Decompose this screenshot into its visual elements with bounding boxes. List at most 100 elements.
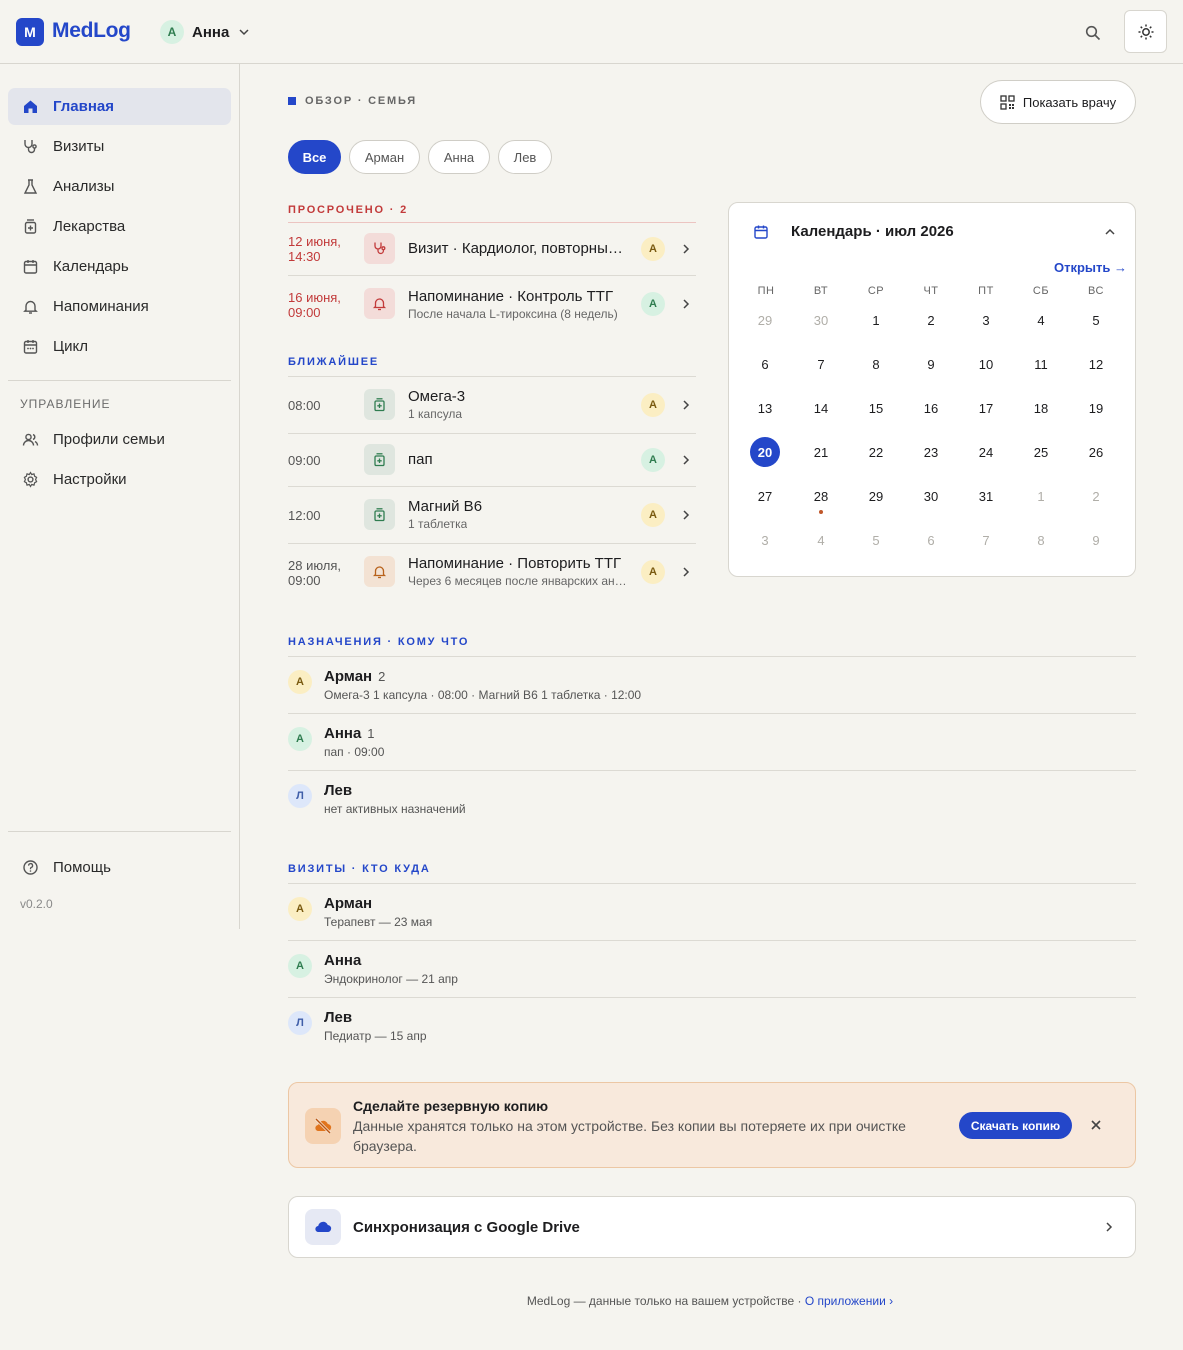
filter-chip-anna[interactable]: Анна (428, 140, 490, 174)
calendar-day[interactable]: 3 (971, 305, 1001, 335)
item-subtitle: 1 таблетка (408, 517, 468, 531)
calendar-day[interactable]: 13 (750, 393, 780, 423)
sidebar-item-home[interactable]: Главная (8, 88, 231, 125)
chevron-down-icon (239, 29, 249, 36)
about-link[interactable]: О приложении › (805, 1294, 893, 1308)
calendar-day[interactable]: 4 (806, 525, 836, 555)
calendar-day[interactable]: 23 (916, 437, 946, 467)
sidebar-item-tests[interactable]: Анализы (8, 168, 231, 205)
calendar-widget: Календарь · июл 2026 Открыть → ПН ВТ СР ЧТ П… (728, 202, 1136, 577)
filter-chip-lev[interactable]: Лев (498, 140, 552, 174)
calendar-day[interactable]: 15 (861, 393, 891, 423)
calendar-day[interactable]: 5 (861, 525, 891, 555)
calendar-day[interactable]: 11 (1026, 349, 1056, 379)
search-icon (1085, 25, 1101, 41)
calendar-day[interactable]: 6 (916, 525, 946, 555)
assignment-count: 2 (378, 669, 386, 684)
calendar-day[interactable]: 4 (1026, 305, 1056, 335)
calendar-day[interactable]: 29 (750, 305, 780, 335)
divider (288, 940, 1136, 941)
filter-chip-arman[interactable]: Арман (349, 140, 420, 174)
calendar-day[interactable]: 28 (806, 481, 836, 511)
search-button[interactable] (1080, 20, 1106, 46)
item-time: 09:00 (288, 453, 321, 468)
calendar-day[interactable]: 16 (916, 393, 946, 423)
calendar-day[interactable]: 30 (806, 305, 836, 335)
person-name: Арман (324, 895, 373, 912)
calendar-day[interactable]: 29 (861, 481, 891, 511)
app-name: MedLog (52, 19, 131, 42)
calendar-day[interactable]: 27 (750, 481, 780, 511)
chevron-right-icon (1106, 1222, 1113, 1232)
flask-icon (23, 179, 38, 194)
sidebar-item-medications[interactable]: Лекарства (8, 208, 231, 245)
avatar: А (288, 727, 312, 751)
calendar-day[interactable]: 30 (916, 481, 946, 511)
calendar-day[interactable]: 24 (971, 437, 1001, 467)
google-drive-sync-card[interactable]: Синхронизация с Google Drive (288, 1196, 1136, 1258)
sidebar-item-label: Анализы (53, 178, 115, 195)
app-version: v0.2.0 (20, 897, 53, 911)
calendar-day[interactable]: 7 (806, 349, 836, 379)
calendar-day[interactable]: 20 (750, 437, 780, 467)
sidebar-item-cycle[interactable]: Цикл (8, 328, 231, 365)
theme-toggle-button[interactable] (1124, 10, 1167, 53)
footer: MedLog — данные только на вашем устройст… (0, 1294, 1183, 1308)
sidebar-item-help[interactable]: Помощь (8, 849, 231, 886)
calendar-day[interactable]: 25 (1026, 437, 1056, 467)
sidebar-item-settings[interactable]: Настройки (8, 461, 231, 498)
divider (288, 997, 1136, 998)
calendar-day[interactable]: 7 (971, 525, 1001, 555)
calendar-day[interactable]: 8 (1026, 525, 1056, 555)
list-item[interactable]: 12:00 Магний B6 1 таблетка A (288, 487, 696, 543)
calendar-day[interactable]: 8 (861, 349, 891, 379)
calendar-day[interactable]: 18 (1026, 393, 1056, 423)
avatar: Л (288, 784, 312, 808)
chevron-right-icon (683, 244, 690, 254)
sidebar-item-calendar[interactable]: Календарь (8, 248, 231, 285)
list-item[interactable]: 16 июня, 09:00 Напоминание · Контроль ТТГ… (288, 276, 696, 331)
calendar-day[interactable]: 2 (916, 305, 946, 335)
avatar: A (641, 503, 665, 527)
calendar-day[interactable]: 10 (971, 349, 1001, 379)
calendar-open-link[interactable]: Открыть → (1054, 260, 1127, 275)
sidebar-item-visits[interactable]: Визиты (8, 128, 231, 165)
chevron-right-icon (683, 299, 690, 309)
list-item[interactable]: 09:00 пап A (288, 434, 696, 486)
calendar-day[interactable]: 6 (750, 349, 780, 379)
calendar-day[interactable]: 31 (971, 481, 1001, 511)
item-subtitle: 1 капсула (408, 407, 463, 421)
calendar-day[interactable]: 12 (1081, 349, 1111, 379)
chevron-up-icon[interactable] (1103, 225, 1117, 239)
calendar-day[interactable]: 5 (1081, 305, 1111, 335)
calendar-day[interactable]: 2 (1081, 481, 1111, 511)
calendar-day[interactable]: 26 (1081, 437, 1111, 467)
close-icon[interactable] (1089, 1118, 1103, 1132)
calendar-weekday: ПН (757, 285, 775, 297)
show-to-doctor-button[interactable]: Показать врачу (980, 80, 1136, 124)
list-item[interactable]: 12 июня, 14:30 Визит · Кардиолог, повторн… (288, 223, 696, 275)
calendar-day[interactable]: 21 (806, 437, 836, 467)
calendar-day[interactable]: 9 (916, 349, 946, 379)
item-title: Напоминание · Контроль ТТГ (408, 288, 614, 305)
sidebar-item-family-profiles[interactable]: Профили семьи (8, 421, 231, 458)
calendar-day[interactable]: 19 (1081, 393, 1111, 423)
download-backup-button[interactable]: Скачать копию (959, 1112, 1072, 1139)
backup-banner: Сделайте резервную копию Данные хранятся… (288, 1082, 1136, 1168)
calendar-weekday: СБ (1032, 285, 1050, 297)
filter-chip-all[interactable]: Все (288, 140, 341, 174)
calendar-day[interactable]: 1 (861, 305, 891, 335)
sidebar-item-reminders[interactable]: Напоминания (8, 288, 231, 325)
calendar-day[interactable]: 3 (750, 525, 780, 555)
person-name: Лев (324, 782, 353, 799)
assignment-details: нет активных назначений (324, 802, 466, 816)
list-item[interactable]: 08:00 Омега-3 1 капсула A (288, 377, 696, 433)
sidebar-item-label: Лекарства (53, 218, 126, 235)
calendar-day[interactable]: 22 (861, 437, 891, 467)
calendar-day[interactable]: 1 (1026, 481, 1056, 511)
list-item[interactable]: 28 июля, 09:00 Напоминание · Повторить ТТ… (288, 544, 696, 600)
profile-switcher[interactable]: A Анна (160, 20, 251, 44)
calendar-day[interactable]: 14 (806, 393, 836, 423)
calendar-day[interactable]: 9 (1081, 525, 1111, 555)
calendar-day[interactable]: 17 (971, 393, 1001, 423)
